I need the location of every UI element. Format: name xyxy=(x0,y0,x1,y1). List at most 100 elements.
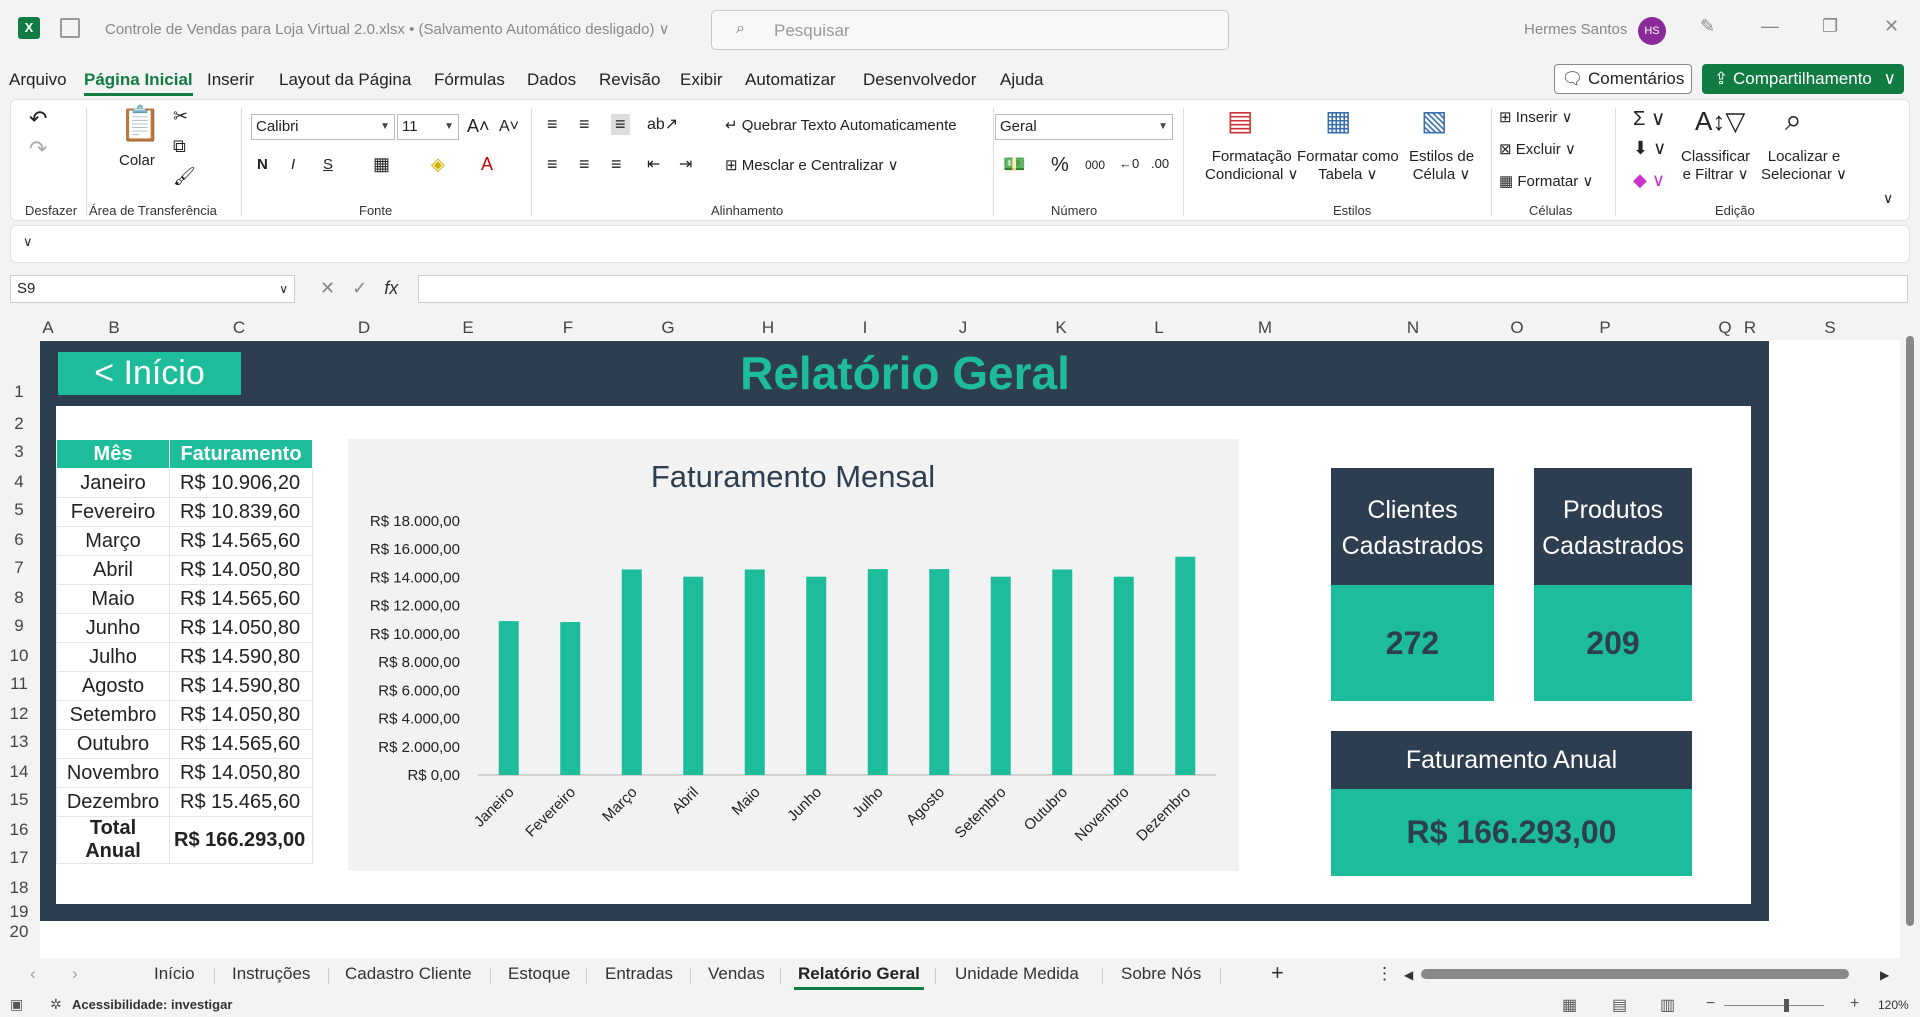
column-header-r[interactable]: R xyxy=(1740,318,1760,340)
formula-input[interactable] xyxy=(418,275,1908,303)
normal-view-icon[interactable]: ▦ xyxy=(1562,995,1577,1015)
column-header-k[interactable]: K xyxy=(1012,318,1110,340)
scroll-right-icon[interactable]: ▶ xyxy=(1880,968,1889,982)
revenue-cell[interactable]: R$ 15.465,60 xyxy=(169,787,313,817)
revenue-cell[interactable]: R$ 14.590,80 xyxy=(169,642,313,672)
month-cell[interactable]: Abril xyxy=(56,555,170,585)
add-sheet-icon[interactable]: + xyxy=(1271,960,1284,986)
cell-styles-icon[interactable]: ▧ xyxy=(1421,104,1447,137)
zoom-level[interactable]: 120% xyxy=(1878,998,1909,1012)
menu-inserir[interactable]: Inserir xyxy=(207,70,254,90)
row-header-16[interactable]: 16 xyxy=(0,820,38,840)
column-header-c[interactable]: C xyxy=(170,318,308,340)
wrap-text-button[interactable]: ↵ Quebrar Texto Automaticamente xyxy=(725,116,957,134)
header-revenue[interactable]: Faturamento xyxy=(169,439,313,469)
month-cell[interactable]: Fevereiro xyxy=(56,497,170,527)
increase-indent-icon[interactable]: ⇥ xyxy=(679,154,692,174)
page-break-icon[interactable]: ▥ xyxy=(1660,995,1675,1015)
search-box[interactable]: ⌕ Pesquisar xyxy=(711,10,1229,50)
revenue-cell[interactable]: R$ 14.565,60 xyxy=(169,584,313,614)
function-icon[interactable]: fx xyxy=(384,278,398,298)
column-header-i[interactable]: I xyxy=(816,318,914,340)
bar-maio[interactable] xyxy=(744,569,765,775)
format-painter-icon[interactable]: 🖌 xyxy=(173,166,196,187)
borders-icon[interactable]: ▦ xyxy=(373,154,390,175)
row-header-19[interactable]: 19 xyxy=(0,902,38,922)
month-cell[interactable]: Julho xyxy=(56,642,170,672)
menu-desenvolvedor[interactable]: Desenvolvedor xyxy=(863,70,976,90)
total-value-cell[interactable]: R$ 166.293,00 xyxy=(169,816,313,864)
avatar[interactable]: HS xyxy=(1638,17,1666,45)
restore-icon[interactable]: ❐ xyxy=(1822,16,1838,37)
paste-label[interactable]: Colar xyxy=(119,152,155,169)
conditional-format-icon[interactable]: ▤ xyxy=(1227,104,1253,137)
number-format-combo[interactable]: Geral ▼ xyxy=(995,114,1173,140)
revenue-cell[interactable]: R$ 14.050,80 xyxy=(169,700,313,730)
minimize-icon[interactable]: — xyxy=(1761,16,1779,37)
find-select-button[interactable]: Localizar e Selecionar ∨ xyxy=(1761,148,1847,183)
clear-icon[interactable]: ◆ ∨ xyxy=(1633,170,1665,191)
font-name-combo[interactable]: Calibri ▼ xyxy=(251,114,395,140)
bold-button[interactable]: N xyxy=(257,156,268,173)
close-icon[interactable]: ✕ xyxy=(1884,16,1899,37)
decrease-indent-icon[interactable]: ⇤ xyxy=(647,154,660,174)
row-header-1[interactable]: 1 xyxy=(0,382,38,402)
row-header-14[interactable]: 14 xyxy=(0,762,38,782)
vertical-scrollbar[interactable] xyxy=(1900,318,1920,958)
cut-icon[interactable]: ✂ xyxy=(173,106,188,127)
revenue-cell[interactable]: R$ 14.050,80 xyxy=(169,758,313,788)
tab-inicio[interactable]: Início xyxy=(154,964,195,984)
revenue-cell[interactable]: R$ 14.050,80 xyxy=(169,555,313,585)
insert-cells-button[interactable]: ⊞ Inserir ∨ xyxy=(1499,108,1573,126)
revenue-cell[interactable]: R$ 10.906,20 xyxy=(169,468,313,498)
tab-estoque[interactable]: Estoque xyxy=(508,964,570,984)
next-sheet-icon[interactable]: › xyxy=(72,964,78,984)
currency-icon[interactable]: 💵 xyxy=(1003,154,1025,175)
tab-sobre-nos[interactable]: Sobre Nós xyxy=(1121,964,1201,984)
macro-icon[interactable]: ▣ xyxy=(10,996,23,1013)
chevron-down-icon[interactable]: ∨ xyxy=(23,234,33,250)
column-header-d[interactable]: D xyxy=(308,318,420,340)
tab-unidade-medida[interactable]: Unidade Medida xyxy=(955,964,1079,984)
row-header-5[interactable]: 5 xyxy=(0,500,38,520)
grow-font-icon[interactable]: A˄ xyxy=(467,116,490,137)
decrease-decimal-icon[interactable]: .00 xyxy=(1151,156,1169,171)
format-cells-button[interactable]: ▦ Formatar ∨ xyxy=(1499,172,1593,190)
row-header-10[interactable]: 10 xyxy=(0,646,38,666)
month-cell[interactable]: Maio xyxy=(56,584,170,614)
align-right-icon[interactable]: ≡ xyxy=(611,154,622,175)
tab-cadastro-cliente[interactable]: Cadastro Cliente xyxy=(345,964,472,984)
font-size-combo[interactable]: 11 ▼ xyxy=(397,114,459,140)
accessibility-icon[interactable]: ✲ xyxy=(50,996,62,1013)
shrink-font-icon[interactable]: A˅ xyxy=(499,118,519,136)
thousands-icon[interactable]: 000 xyxy=(1085,158,1105,172)
column-header-b[interactable]: B xyxy=(58,318,170,340)
conditional-format-button[interactable]: Formatação Condicional ∨ xyxy=(1205,148,1299,183)
prev-sheet-icon[interactable]: ‹ xyxy=(30,964,36,984)
column-header-s[interactable]: S xyxy=(1760,318,1900,340)
row-header-3[interactable]: 3 xyxy=(0,442,38,462)
bar-dezembro[interactable] xyxy=(1175,556,1196,775)
sort-filter-button[interactable]: Classificar e Filtrar ∨ xyxy=(1681,148,1750,183)
delete-cells-button[interactable]: ⊠ Excluir ∨ xyxy=(1499,140,1576,158)
column-header-q[interactable]: Q xyxy=(1706,318,1744,340)
month-cell[interactable]: Março xyxy=(56,526,170,556)
column-header-f[interactable]: F xyxy=(518,318,618,340)
row-header-15[interactable]: 15 xyxy=(0,790,38,810)
card-clients-value[interactable]: 272 xyxy=(1331,585,1494,701)
bar-fevereiro[interactable] xyxy=(560,622,581,775)
revenue-cell[interactable]: R$ 10.839,60 xyxy=(169,497,313,527)
column-header-e[interactable]: E xyxy=(418,318,518,340)
zoom-out-icon[interactable]: − xyxy=(1706,995,1715,1013)
horizontal-scroll-thumb[interactable] xyxy=(1421,969,1849,979)
bar-junho[interactable] xyxy=(806,576,827,775)
more-options-icon[interactable]: ⋮ xyxy=(1376,964,1393,984)
bar-novembro[interactable] xyxy=(1113,576,1134,775)
row-header-13[interactable]: 13 xyxy=(0,732,38,752)
align-center-icon[interactable]: ≡ xyxy=(579,154,590,175)
back-to-start-button[interactable]: < Início xyxy=(58,352,241,395)
menu-dados[interactable]: Dados xyxy=(527,70,576,90)
menu-arquivo[interactable]: Arquivo xyxy=(9,70,67,90)
column-header-n[interactable]: N xyxy=(1320,318,1506,340)
find-select-icon[interactable]: ⌕ xyxy=(1785,104,1802,138)
